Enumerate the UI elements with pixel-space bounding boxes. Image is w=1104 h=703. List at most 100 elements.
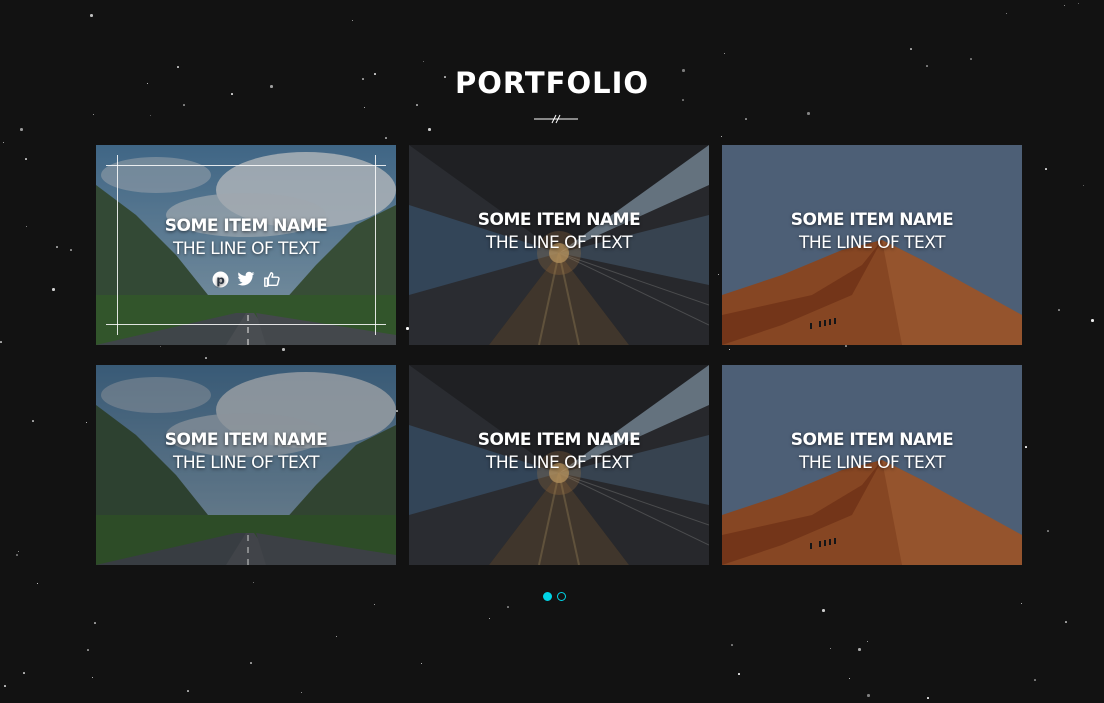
hover-frame-top [106, 165, 386, 166]
star [25, 158, 27, 160]
star [858, 648, 861, 651]
pagination-dot-2[interactable] [557, 592, 566, 601]
item-text: THE LINE OF TEXT [172, 453, 320, 473]
star [1045, 168, 1047, 170]
star [250, 662, 252, 664]
portfolio-item[interactable]: SOME ITEM NAME THE LINE OF TEXT [409, 365, 709, 565]
portfolio-item[interactable]: SOME ITEM NAME THE LINE OF TEXT [722, 145, 1022, 345]
star [1064, 5, 1065, 6]
svg-text:p: p [216, 272, 224, 286]
portfolio-item[interactable]: SOME ITEM NAME THE LINE OF TEXT [96, 365, 396, 565]
item-text: THE LINE OF TEXT [798, 453, 946, 473]
star [90, 14, 93, 17]
star [70, 249, 72, 251]
item-name: SOME ITEM NAME [477, 430, 641, 450]
star [1021, 603, 1022, 604]
star [150, 115, 151, 116]
star [56, 246, 58, 248]
page-title: PORTFOLIO [454, 66, 650, 100]
star [1065, 621, 1067, 623]
star [301, 692, 302, 693]
twitter-icon[interactable] [236, 269, 256, 289]
star [416, 104, 418, 106]
star [738, 673, 740, 675]
item-name: SOME ITEM NAME [477, 210, 641, 230]
star [52, 288, 55, 291]
star [374, 604, 375, 605]
star [4, 685, 6, 687]
star [0, 341, 2, 343]
item-name: SOME ITEM NAME [790, 210, 954, 230]
title-divider [534, 114, 578, 124]
portfolio-item[interactable]: SOME ITEM NAME THE LINE OF TEXT [409, 145, 709, 345]
star [970, 58, 972, 60]
star [94, 622, 96, 624]
star [205, 357, 207, 359]
star [489, 618, 490, 619]
carousel-pagination [543, 592, 566, 601]
star [160, 346, 161, 347]
star [1078, 3, 1079, 4]
star [352, 20, 353, 21]
star [187, 690, 189, 692]
star [3, 142, 4, 143]
star [721, 136, 722, 137]
star [927, 697, 929, 699]
star [16, 554, 18, 556]
star [423, 61, 424, 62]
star [364, 107, 365, 108]
star [910, 48, 912, 50]
star [1058, 309, 1060, 311]
star [18, 551, 19, 552]
star [1006, 13, 1007, 14]
item-name: SOME ITEM NAME [790, 430, 954, 450]
star [37, 583, 38, 584]
social-icons: p [96, 269, 396, 289]
star [396, 410, 398, 412]
star [428, 128, 431, 131]
star [845, 345, 847, 347]
hover-frame-bottom [106, 324, 386, 325]
star [1025, 446, 1027, 448]
star [421, 663, 422, 664]
star [26, 226, 27, 227]
item-text: THE LINE OF TEXT [798, 233, 946, 253]
star [86, 422, 87, 423]
portfolio-item[interactable]: SOME ITEM NAME THE LINE OF TEXT [722, 365, 1022, 565]
item-text: THE LINE OF TEXT [172, 239, 320, 259]
item-caption: SOME ITEM NAME THE LINE OF TEXT [722, 429, 1022, 474]
star [1083, 185, 1084, 186]
star [32, 420, 34, 422]
star [830, 648, 831, 649]
star [507, 606, 509, 608]
item-text: THE LINE OF TEXT [485, 233, 633, 253]
star [822, 609, 825, 612]
portfolio-item[interactable]: SOME ITEM NAME THE LINE OF TEXT p [96, 145, 396, 345]
star [807, 112, 810, 115]
star [93, 114, 94, 115]
star [867, 694, 870, 697]
item-caption: SOME ITEM NAME THE LINE OF TEXT [722, 209, 1022, 254]
star [1047, 530, 1049, 532]
star [849, 678, 850, 679]
thumbs-up-icon[interactable] [262, 269, 282, 289]
pagination-dot-1[interactable] [543, 592, 552, 601]
star [23, 672, 25, 674]
star [92, 677, 93, 678]
star [336, 636, 337, 637]
item-caption: SOME ITEM NAME THE LINE OF TEXT [409, 429, 709, 474]
star [1034, 679, 1036, 681]
star [253, 582, 254, 583]
star [20, 128, 23, 131]
pinterest-icon[interactable]: p [210, 269, 230, 289]
star [729, 349, 730, 350]
star [385, 137, 387, 139]
star [282, 348, 285, 351]
star [745, 118, 747, 120]
item-caption: SOME ITEM NAME THE LINE OF TEXT [409, 209, 709, 254]
star [718, 274, 719, 275]
item-name: SOME ITEM NAME [164, 216, 328, 236]
star [1091, 319, 1094, 322]
item-caption: SOME ITEM NAME THE LINE OF TEXT [96, 429, 396, 474]
star [867, 641, 868, 642]
